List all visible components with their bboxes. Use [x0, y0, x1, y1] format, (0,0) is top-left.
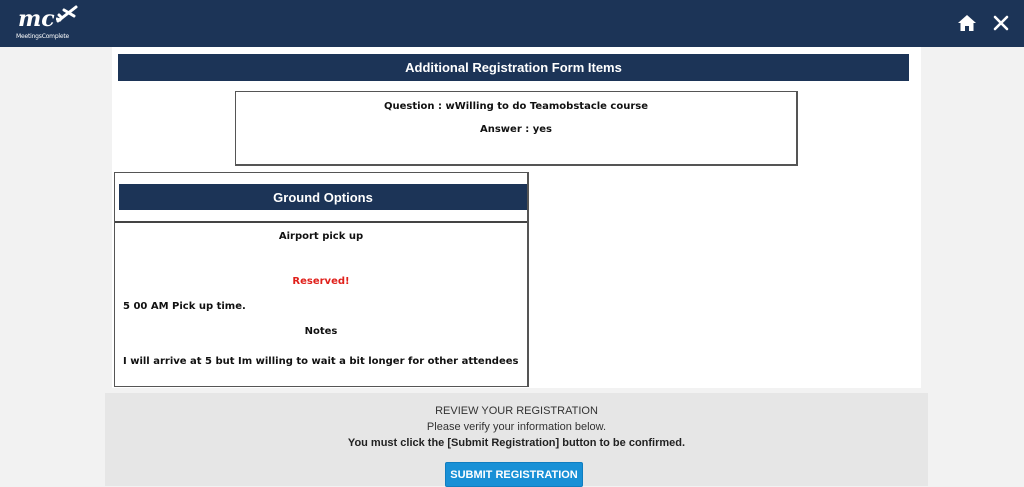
review-heading: REVIEW YOUR REGISTRATION: [435, 405, 598, 417]
top-navbar: mc MeetingsComplete: [0, 0, 1024, 47]
review-panel: REVIEW YOUR REGISTRATION Please verify y…: [105, 393, 928, 487]
pickup-time: 5 00 AM Pick up time.: [123, 301, 246, 312]
ground-options-header: Ground Options: [119, 184, 527, 210]
question-text: Question : wWilling to do Teamobstacle c…: [383, 101, 649, 112]
close-icon[interactable]: [991, 13, 1011, 33]
ground-options-box: Ground Options Airport pick up Reserved!…: [114, 172, 529, 387]
registration-content: Additional Registration Form Items Quest…: [112, 47, 921, 388]
notes-label: Notes: [304, 326, 338, 337]
notes-text: I will arrive at 5 but Im willing to wai…: [123, 356, 519, 367]
additional-items-header: Additional Registration Form Items: [118, 54, 909, 81]
submit-registration-button[interactable]: SUBMIT REGISTRATION: [445, 462, 583, 487]
answer-text: Answer : yes: [480, 124, 552, 135]
divider: [115, 221, 527, 223]
meetings-complete-logo[interactable]: mc MeetingsComplete: [16, 4, 82, 44]
airplane-icon: [56, 5, 78, 23]
logo-subtitle: MeetingsComplete: [16, 33, 70, 40]
review-warning: You must click the [Submit Registration]…: [347, 437, 686, 449]
question-answer-box: Question : wWilling to do Teamobstacle c…: [235, 91, 798, 166]
review-instruction: Please verify your information below.: [426, 421, 607, 433]
home-icon[interactable]: [957, 13, 977, 33]
logo-text: mc: [18, 6, 55, 32]
status-reserved: Reserved!: [292, 276, 350, 287]
service-name: Airport pick up: [278, 231, 364, 242]
